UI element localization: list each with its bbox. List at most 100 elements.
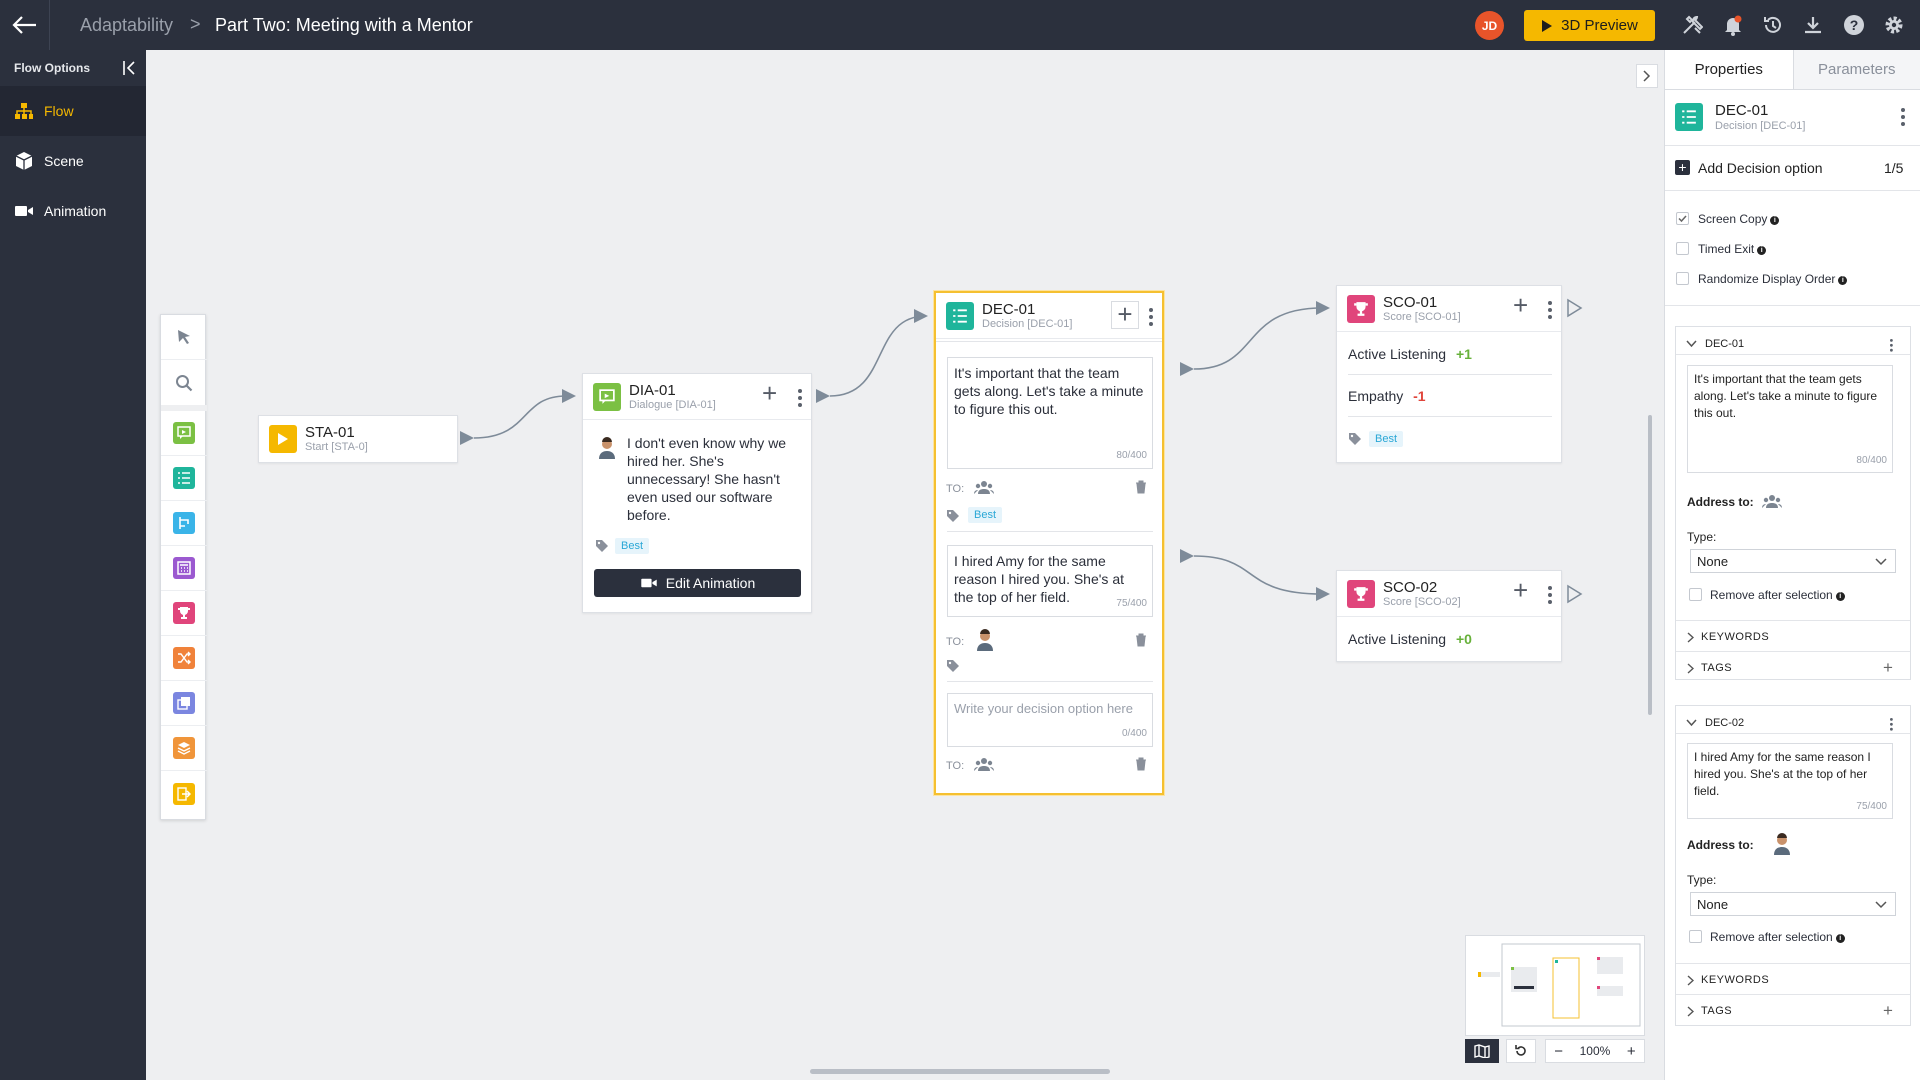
tag-icon[interactable]	[946, 659, 960, 673]
zoom-control: − 100% +	[1545, 1039, 1645, 1063]
minimap[interactable]	[1465, 935, 1645, 1036]
expand-panel-button[interactable]	[1636, 64, 1658, 88]
shuffle-icon	[173, 647, 195, 669]
more-icon[interactable]	[1890, 339, 1893, 354]
group-icon[interactable]	[974, 756, 994, 772]
bell-icon[interactable]	[1721, 13, 1745, 37]
add-branch-tool[interactable]	[161, 501, 207, 546]
horizontal-scrollbar[interactable]	[810, 1069, 1110, 1074]
option-text: I hired Amy for the same reason I hired …	[1694, 750, 1871, 798]
more-icon[interactable]	[1890, 718, 1893, 733]
remove-after-selection-checkbox[interactable]	[1689, 930, 1702, 943]
decision-option-textarea[interactable]: I hired Amy for the same reason I hired …	[947, 545, 1153, 617]
more-icon[interactable]	[1548, 301, 1552, 322]
chevron-right-icon[interactable]	[1687, 1006, 1694, 1017]
edit-animation-button[interactable]: Edit Animation	[594, 569, 801, 597]
group-icon[interactable]	[1762, 493, 1782, 509]
tools-icon[interactable]	[1680, 13, 1704, 37]
panel-node-title: DEC-01	[1715, 102, 1769, 119]
group-icon[interactable]	[974, 479, 994, 495]
trophy-icon	[1347, 294, 1375, 323]
more-icon[interactable]	[798, 389, 802, 410]
info-icon: i	[1770, 216, 1780, 225]
chevron-down-icon[interactable]	[1686, 340, 1697, 348]
add-icon[interactable]: +	[1513, 575, 1528, 606]
zoom-out-button[interactable]: −	[1554, 1043, 1563, 1060]
add-decision-option-icon[interactable]: +	[1675, 160, 1690, 175]
add-exit-tool[interactable]	[161, 771, 207, 816]
add-dialogue-tool[interactable]	[161, 411, 207, 456]
option-textarea[interactable]: It's important that the team gets along.…	[1687, 365, 1893, 473]
score-value: +1	[1455, 346, 1472, 362]
chevron-right-icon[interactable]	[1687, 663, 1694, 674]
add-copy-tool[interactable]	[161, 681, 207, 726]
port-dec-out-2	[1180, 549, 1194, 563]
dialogue-node[interactable]: DIA-01 Dialogue [DIA-01] + I don't even …	[582, 373, 812, 613]
info-icon: i	[1835, 592, 1845, 601]
start-node[interactable]: STA-01 Start [STA-0]	[258, 415, 458, 463]
port-dia-in	[562, 389, 576, 403]
history-icon[interactable]	[1761, 13, 1785, 37]
trash-icon[interactable]	[1135, 480, 1147, 494]
vertical-scrollbar[interactable]	[1648, 415, 1652, 715]
chevron-right-icon[interactable]	[1687, 632, 1694, 643]
help-icon[interactable]: ?	[1842, 13, 1866, 37]
zoom-in-button[interactable]: +	[1627, 1043, 1636, 1060]
add-tag-icon[interactable]: +	[1883, 1001, 1893, 1021]
add-decision-tool[interactable]	[161, 456, 207, 501]
gear-icon[interactable]	[1882, 13, 1906, 37]
add-random-tool[interactable]	[161, 636, 207, 681]
type-select[interactable]: None	[1690, 549, 1896, 573]
port-sco1-in	[1316, 301, 1330, 315]
decision-option-textarea[interactable]: It's important that the team gets along.…	[947, 357, 1153, 469]
reset-view-button[interactable]	[1506, 1039, 1536, 1063]
keywords-section[interactable]: KEYWORDS	[1701, 974, 1769, 986]
minimap-toggle-button[interactable]	[1465, 1039, 1499, 1063]
more-icon[interactable]	[1548, 586, 1552, 607]
tags-section[interactable]: TAGS	[1701, 1005, 1732, 1017]
option-textarea[interactable]: I hired Amy for the same reason I hired …	[1687, 743, 1893, 819]
screen-copy-checkbox[interactable]	[1676, 212, 1689, 225]
search-tool[interactable]	[161, 360, 207, 411]
character-avatar[interactable]	[1772, 833, 1792, 855]
option-card-title: DEC-02	[1705, 717, 1745, 729]
add-layers-tool[interactable]	[161, 726, 207, 771]
new-option-textarea[interactable]: Write your decision option here 0/400	[947, 693, 1153, 747]
add-option-icon[interactable]: +	[1111, 301, 1139, 329]
chevron-right-icon[interactable]	[1687, 975, 1694, 986]
svg-text:?: ?	[1850, 17, 1859, 33]
score-node-1[interactable]: SCO-01 Score [SCO-01] + Active Listening…	[1336, 285, 1562, 463]
tag-icon[interactable]	[946, 509, 960, 523]
copy-icon	[173, 692, 195, 714]
decision-node[interactable]: DEC-01 Decision [DEC-01] + It's importan…	[934, 291, 1164, 795]
tab-properties[interactable]: Properties	[1665, 50, 1793, 89]
score-node-2[interactable]: SCO-02 Score [SCO-02] + Active Listening…	[1336, 570, 1562, 662]
add-tag-icon[interactable]: +	[1883, 658, 1893, 678]
timed-exit-checkbox[interactable]	[1676, 242, 1689, 255]
add-score-tool[interactable]	[161, 591, 207, 636]
node-subtitle: Score [SCO-02]	[1383, 595, 1461, 608]
character-avatar[interactable]	[975, 629, 995, 651]
chevron-down-icon	[1875, 558, 1887, 566]
download-icon[interactable]	[1801, 13, 1825, 37]
add-decision-option-label[interactable]: Add Decision option	[1698, 160, 1823, 176]
type-select[interactable]: None	[1690, 892, 1896, 916]
randomize-order-checkbox[interactable]	[1676, 272, 1689, 285]
add-icon[interactable]: +	[1513, 290, 1528, 321]
tags-section[interactable]: TAGS	[1701, 662, 1732, 674]
more-icon[interactable]	[1901, 108, 1905, 129]
pointer-tool[interactable]	[161, 315, 207, 360]
tag-icon[interactable]	[1348, 432, 1362, 446]
node-subtitle: Decision [DEC-01]	[982, 317, 1073, 330]
add-icon[interactable]: +	[762, 378, 777, 409]
chevron-down-icon[interactable]	[1686, 719, 1697, 727]
add-calculator-tool[interactable]	[161, 546, 207, 591]
trash-icon[interactable]	[1135, 633, 1147, 647]
tab-parameters[interactable]: Parameters	[1792, 50, 1920, 89]
layers-icon	[173, 737, 195, 759]
trash-icon[interactable]	[1135, 757, 1147, 771]
keywords-section[interactable]: KEYWORDS	[1701, 631, 1769, 643]
remove-after-selection-checkbox[interactable]	[1689, 588, 1702, 601]
score-label: Active Listening	[1348, 631, 1447, 647]
more-icon[interactable]	[1149, 308, 1153, 329]
